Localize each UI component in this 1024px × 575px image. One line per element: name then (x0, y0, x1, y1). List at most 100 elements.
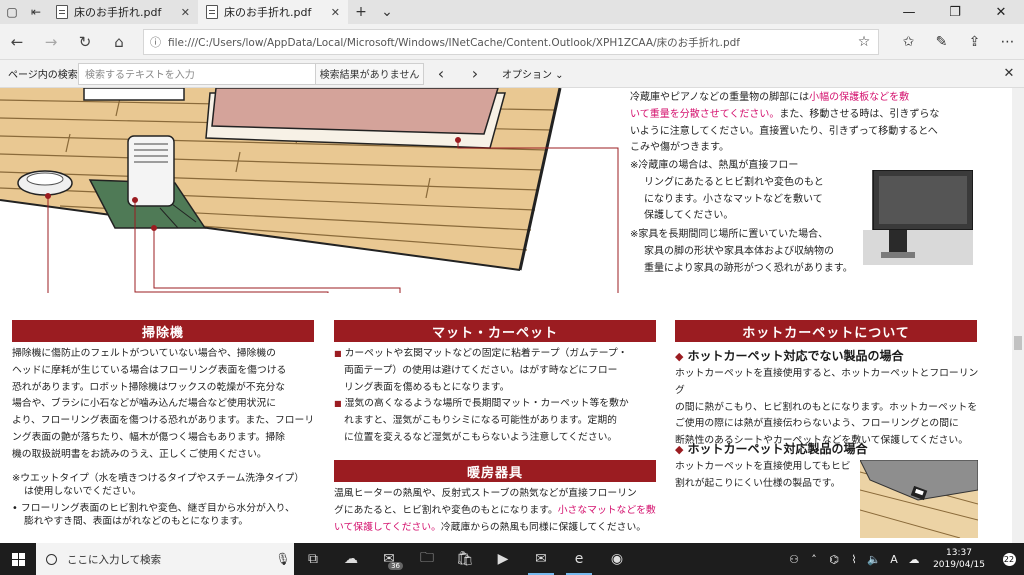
notification-count: 22 (1002, 552, 1016, 566)
favorite-star-icon[interactable]: ☆ (850, 34, 878, 50)
tab-pdf-2[interactable]: 床のお手折れ.pdf ✕ (198, 0, 348, 24)
hot-carpet-line: ホットカーペットを直接使用すると、ホットカーペットとフローリング (675, 368, 979, 396)
furniture-mark-note: ※家具を長期間同じ場所に置いていた場合、 家具の脚の形状や家具本体および収納物の… (630, 227, 920, 277)
microphone-icon[interactable]: 🎙 (272, 552, 294, 566)
heater-line: 冷蔵庫からの熱風も同様に保護してください。 (440, 521, 647, 533)
pdf-file-icon (206, 5, 218, 19)
vertical-scrollbar[interactable] (1012, 88, 1024, 543)
cleaner-line: より、フローリング表面を傷つける恐れがあります。また、フローリ (12, 415, 315, 427)
windows-logo-icon (11, 552, 25, 566)
scrollbar-thumb[interactable] (1014, 336, 1022, 350)
robot-cleaner-illustration (17, 170, 73, 196)
find-next-chevron-icon[interactable]: › (458, 60, 492, 88)
volume-icon[interactable]: 🔈 (864, 553, 884, 566)
browser-toolbar: ✩ ✎ ⇪ ⋯ (892, 24, 1024, 60)
url-text: file:///C:/Users/low/AppData/Local/Micro… (168, 36, 740, 49)
onedrive-icon[interactable]: ☁ (904, 553, 924, 566)
note-line: ※冷蔵庫の場合は、熱風が直接フロー (630, 160, 799, 171)
note-line: 家具の脚の形状や家具本体および収納物の (644, 245, 834, 257)
task-view-icon[interactable]: ⧉ (294, 543, 332, 575)
minimize-button[interactable]: — (886, 0, 932, 24)
taskbar-search[interactable]: ここに入力して検索 🎙 (36, 543, 294, 575)
action-center-button[interactable]: 22 (994, 543, 1024, 575)
pdf-viewport[interactable]: 冷蔵庫やピアノなどの重量物の脚部には小幅の保護板などを敷 いて重量を分散させてく… (0, 88, 1012, 543)
network-icon[interactable]: ⌬ (824, 553, 844, 566)
subheading-text: ホットカーペット対応でない製品の場合 (687, 349, 904, 363)
mat-line: 湿気の高くなるような場所で長期間マット・カーペット等を敷か (344, 398, 629, 410)
people-icon[interactable]: ⚇ (784, 553, 804, 566)
subheading-text: ホットカーペット対応製品の場合 (687, 442, 868, 456)
new-tab-button[interactable]: + (348, 0, 374, 24)
tab-title: 床のお手折れ.pdf (224, 6, 312, 19)
heater-line: 温風ヒーターの熱風や、反射式ストーブの熱気などが直接フローリン (334, 488, 637, 499)
hot-carpet-line: 割れが起こりにくい仕様の製品です。 (675, 477, 841, 489)
wifi-icon[interactable]: ⌇ (844, 553, 864, 566)
cleaner-note-line: 膨れやすき間、表面はがれなどのもとになります。 (24, 516, 249, 527)
clock[interactable]: 13:37 2019/04/15 (924, 547, 994, 571)
home-button[interactable]: ⌂ (102, 24, 136, 60)
find-status: 検索結果がありません (316, 62, 424, 85)
system-tray: ⚇ ˄ ⌬ ⌇ 🔈 A ☁ 13:37 2019/04/15 22 (784, 543, 1024, 575)
start-button[interactable] (0, 543, 36, 575)
pen-notes-icon[interactable]: ✎ (925, 24, 958, 60)
address-bar: ← → ↻ ⌂ ⓘ file:///C:/Users/low/AppData/L… (0, 24, 1024, 60)
favorites-icon[interactable]: ✩ (892, 24, 925, 60)
file-explorer-icon[interactable]: 🗀 (408, 543, 446, 575)
find-options-button[interactable]: オプション ⌄ (492, 66, 564, 81)
cleaner-note-line: フローリング表面のヒビ割れや変色、継ぎ目から水分が入り、 (20, 503, 295, 514)
close-window-button[interactable]: ✕ (978, 0, 1024, 24)
mat-line: 両面テープ）の使用は避けてください。はがす時などにフロー (344, 364, 618, 376)
tray-chevron-up-icon[interactable]: ˄ (804, 553, 824, 566)
find-label: ページ内の検索 (8, 70, 78, 81)
cleaner-line: 掃除機に傷防止のフェルトがついていない場合や、掃除機の (12, 348, 276, 359)
outlook-icon[interactable]: ✉ (522, 543, 560, 575)
clock-date: 2019/04/15 (933, 560, 985, 570)
close-tab-icon[interactable]: ✕ (181, 6, 190, 19)
cleaner-note-line: は使用しないでください。 (24, 486, 142, 497)
hot-carpet-subheading-1: ◆ ホットカーペット対応でない製品の場合 (675, 347, 903, 364)
mat-line: リング表面を傷めるもとになります。 (344, 381, 510, 393)
tab-pdf-1[interactable]: 床のお手折れ.pdf ✕ (48, 0, 198, 24)
section-header-mat-carpet: マット・カーペット (334, 320, 656, 342)
share-icon[interactable]: ⇪ (958, 24, 991, 60)
diamond-bullet-icon: ◆ (675, 443, 684, 456)
set-aside-tabs-icon[interactable]: ⇤ (24, 0, 48, 24)
note-line: 重量により家具の跡形がつく恐れがあります。 (644, 262, 853, 274)
cleaner-line: 場合や、ブラシに小石などが噛み込んだ場合など使用状況に (12, 398, 277, 410)
back-button[interactable]: ← (0, 24, 34, 60)
mat-line: に位置を変えるなど湿気がこもらないよう注意してください。 (344, 431, 618, 443)
close-tab-icon[interactable]: ✕ (331, 6, 340, 19)
note-line: 保護してください。 (644, 210, 734, 222)
tab-preview-icon[interactable]: ▢ (0, 0, 24, 24)
ime-icon[interactable]: A (884, 553, 904, 566)
square-bullet-icon: ■ (334, 349, 342, 358)
refresh-button[interactable]: ↻ (68, 24, 102, 60)
chrome-icon[interactable]: ◉ (598, 543, 636, 575)
app-icon-media[interactable]: ▶ (484, 543, 522, 575)
tab-list-chevron-icon[interactable]: ⌄ (374, 0, 400, 24)
info-icon[interactable]: ⓘ (150, 34, 168, 50)
store-icon[interactable]: 🛍 (446, 543, 484, 575)
app-icon-mail[interactable]: ✉ 36 (370, 543, 408, 575)
hot-carpet-subheading-2: ◆ ホットカーペット対応製品の場合 (675, 440, 867, 457)
mail-badge: 36 (388, 562, 403, 570)
edge-browser-icon[interactable]: e (560, 543, 598, 575)
more-icon[interactable]: ⋯ (991, 24, 1024, 60)
close-find-icon[interactable]: ✕ (994, 66, 1024, 81)
app-icon-network[interactable]: ☁ (332, 543, 370, 575)
cleaner-line: 恐れがあります。ロボット掃除機はワックスの乾燥が不充分な (12, 381, 286, 393)
furniture-highlight: いて重量を分散させてください。 (630, 108, 780, 120)
url-field[interactable]: ⓘ file:///C:/Users/low/AppData/Local/Mic… (143, 29, 879, 55)
tab-bar: ▢ ⇤ 床のお手折れ.pdf ✕ 床のお手折れ.pdf ✕ + ⌄ — ❐ ✕ (0, 0, 1024, 24)
restore-button[interactable]: ❐ (932, 0, 978, 24)
cleaner-notes: ※ウエットタイプ（水を噴きつけるタイプやスチーム洗浄タイプ） は使用しないでくだ… (12, 472, 317, 528)
furniture-line: 冷蔵庫やピアノなどの重量物の脚部には (630, 92, 810, 103)
furniture-highlight: 小幅の保護板などを敷 (809, 92, 910, 103)
forward-button[interactable]: → (34, 24, 68, 60)
find-input[interactable]: 検索するテキストを入力 (78, 62, 316, 85)
find-previous-chevron-icon[interactable]: ‹ (424, 60, 458, 88)
furniture-line: また、移動させる時は、引きずらな (779, 108, 940, 120)
bullet-icon: • (12, 503, 18, 514)
section-header-cleaner: 掃除機 (12, 320, 314, 342)
cortana-circle-icon (46, 553, 57, 565)
